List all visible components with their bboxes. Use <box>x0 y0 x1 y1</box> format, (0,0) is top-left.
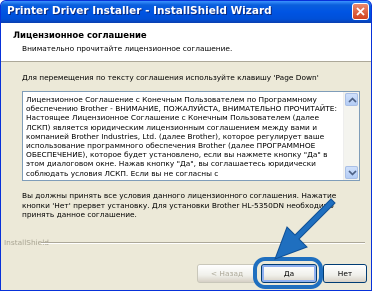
title-bar[interactable]: Printer Driver Installer - InstallShield… <box>1 1 371 23</box>
arrow-pointer-icon <box>274 198 336 260</box>
chevron-up-icon <box>348 97 357 103</box>
scroll-up-button[interactable] <box>345 93 358 106</box>
scroll-down-button[interactable] <box>345 166 358 179</box>
close-button[interactable] <box>352 3 369 20</box>
license-text: Лицензионное Соглашение с Конечным Польз… <box>26 95 337 178</box>
scroll-instruction: Для перемещения по тексту соглашения исп… <box>22 73 319 82</box>
license-textbox[interactable]: Лицензионное Соглашение с Конечным Польз… <box>22 91 360 181</box>
scrollbar[interactable] <box>343 92 359 180</box>
page-title: Лицензионное соглашение <box>13 31 147 41</box>
chevron-down-icon <box>348 170 357 176</box>
header-panel: Лицензионное соглашение Внимательно проч… <box>1 23 371 62</box>
back-button[interactable]: < Назад <box>197 264 257 283</box>
window-title: Printer Driver Installer - InstallShield… <box>7 5 272 17</box>
close-icon <box>356 7 365 16</box>
installer-window: Printer Driver Installer - InstallShield… <box>0 0 372 291</box>
page-subtitle: Внимательно прочитайте лицензионное согл… <box>22 44 233 53</box>
